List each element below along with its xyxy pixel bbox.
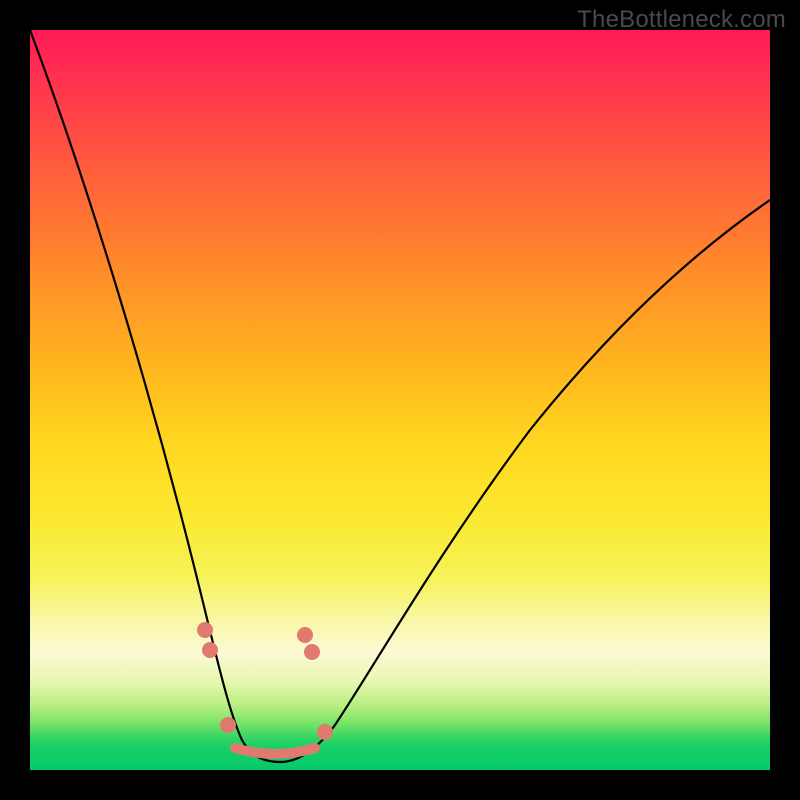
left-upper-dot-1-icon xyxy=(197,622,213,638)
watermark-text: TheBottleneck.com xyxy=(577,6,786,34)
plot-area xyxy=(30,30,770,770)
left-upper-dot-2-icon xyxy=(202,642,218,658)
right-upper-dot-1-icon xyxy=(297,627,313,643)
right-lower-dot-icon xyxy=(317,724,333,740)
valley-bottom-segment-icon xyxy=(235,748,315,754)
chart-frame: TheBottleneck.com xyxy=(0,0,800,800)
bottleneck-curve xyxy=(30,30,770,762)
curve-layer xyxy=(30,30,770,770)
right-upper-dot-2-icon xyxy=(304,644,320,660)
left-lower-dot-icon xyxy=(220,717,236,733)
